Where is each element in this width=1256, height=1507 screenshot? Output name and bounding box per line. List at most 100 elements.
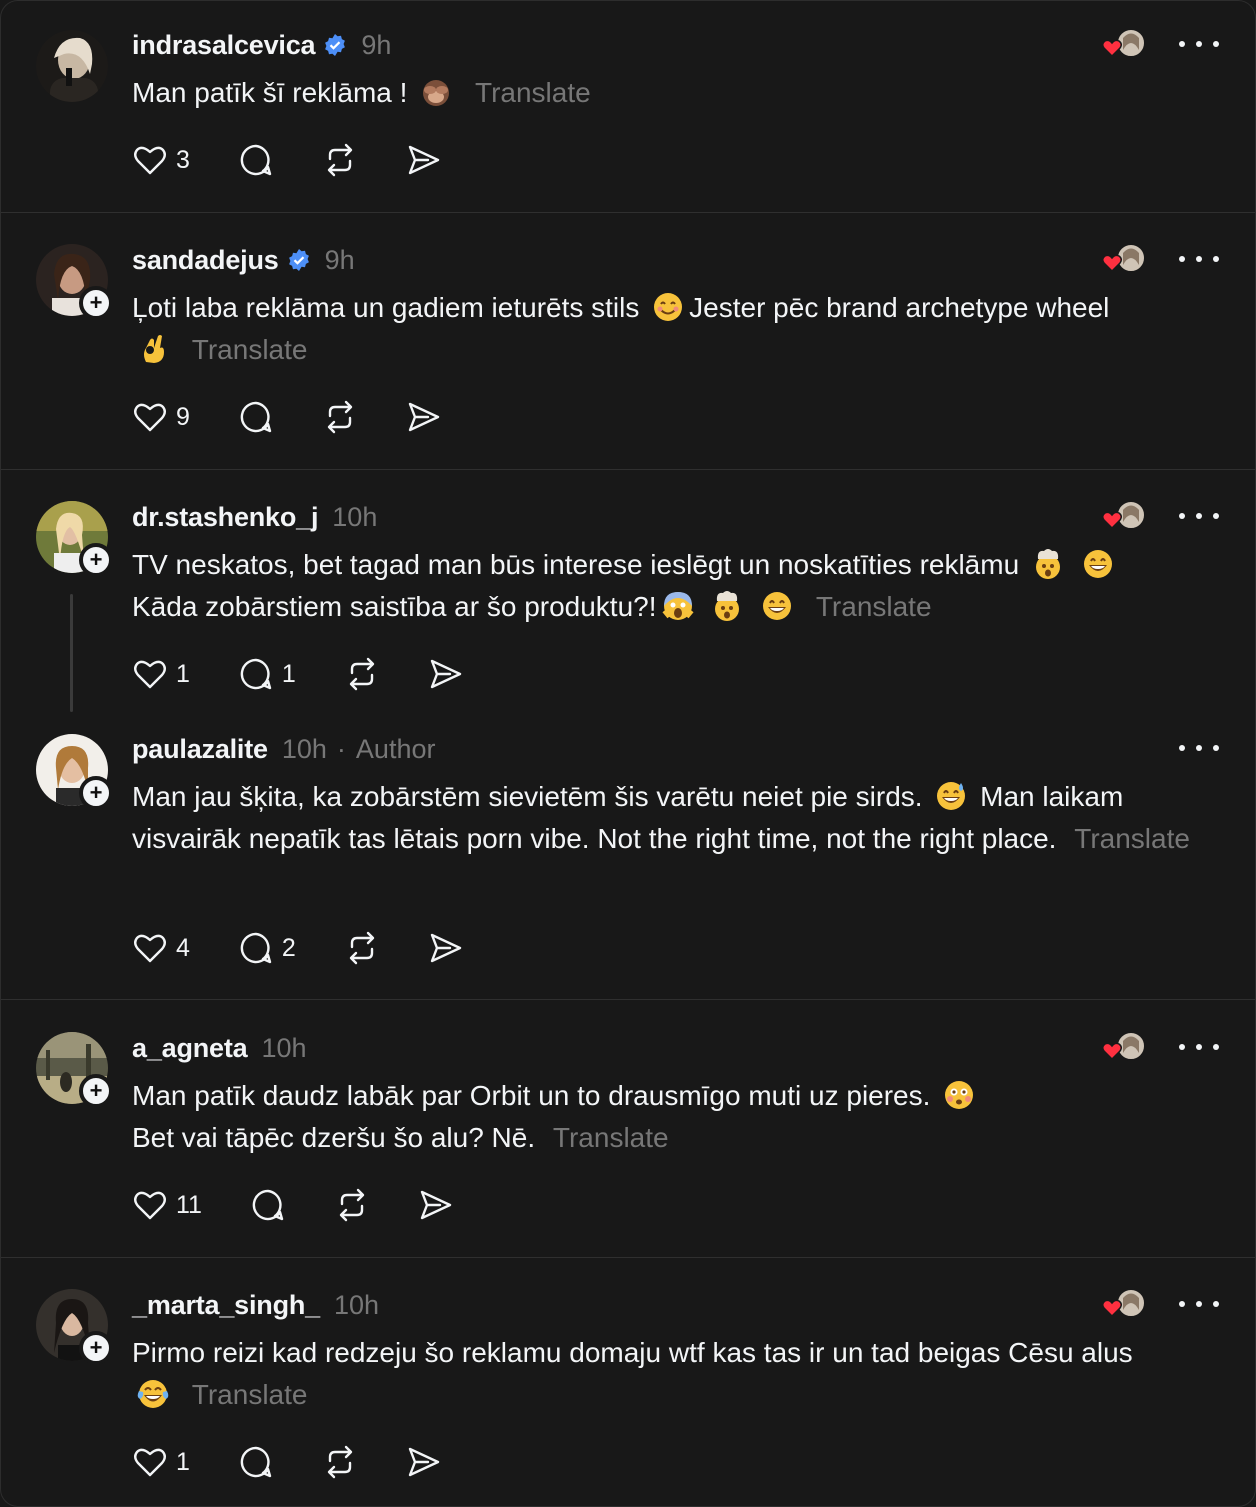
like-button[interactable]: 1 <box>132 656 190 692</box>
reply-button[interactable] <box>238 399 274 435</box>
comment-icon <box>240 401 272 433</box>
reply-button[interactable] <box>238 142 274 178</box>
like-button[interactable]: 9 <box>132 399 190 435</box>
repost-icon <box>327 143 353 177</box>
username[interactable]: sandadejus <box>132 245 279 276</box>
share-button[interactable] <box>418 1187 454 1223</box>
post-text: Man patīk šī reklāma ! Translate <box>132 77 591 108</box>
translate-link[interactable]: Translate <box>1074 823 1190 854</box>
more-options-icon[interactable] <box>1179 506 1219 526</box>
like-button[interactable]: 11 <box>132 1187 202 1223</box>
comment-icon <box>252 1189 284 1221</box>
heart-icon <box>134 403 166 432</box>
like-button[interactable]: 3 <box>132 142 190 178</box>
more-options-icon[interactable] <box>1179 1294 1219 1314</box>
post-header: sandadejus 9h <box>132 242 355 278</box>
repost-button[interactable] <box>322 142 358 178</box>
follow-button[interactable]: + <box>79 1331 113 1365</box>
send-icon <box>430 659 462 689</box>
translate-link[interactable]: Translate <box>192 334 308 365</box>
username[interactable]: a_agneta <box>132 1033 248 1064</box>
repost-icon <box>349 931 375 965</box>
reply-count: 2 <box>281 933 296 962</box>
follow-button[interactable]: + <box>79 776 113 810</box>
repost-icon <box>349 657 375 691</box>
repost-button[interactable] <box>344 656 380 692</box>
like-count: 3 <box>176 145 190 174</box>
post-actions: 3 <box>132 140 490 180</box>
translate-link[interactable]: Translate <box>816 591 932 622</box>
separator-dot: · <box>336 733 346 764</box>
verified-badge-icon <box>325 34 346 56</box>
reply-button[interactable] <box>250 1187 286 1223</box>
author-liked-indicator <box>1099 1286 1151 1322</box>
verified-badge-icon <box>288 249 309 271</box>
tears-of-joy-icon <box>137 1380 169 1408</box>
username[interactable]: _marta_singh_ <box>132 1290 320 1321</box>
username[interactable]: paulazalite <box>132 734 268 765</box>
follow-button[interactable]: + <box>79 1074 113 1108</box>
reply-button[interactable]: 2 <box>238 930 296 966</box>
repost-button[interactable] <box>334 1187 370 1223</box>
repost-button[interactable] <box>344 930 380 966</box>
send-icon <box>430 933 462 963</box>
repost-icon <box>339 1188 365 1222</box>
heart-icon <box>134 1191 166 1220</box>
share-button[interactable] <box>428 656 464 692</box>
reply-button[interactable]: 1 <box>238 656 296 692</box>
exploding-head-icon <box>715 591 740 621</box>
share-button[interactable] <box>406 142 442 178</box>
more-options-icon[interactable] <box>1179 249 1219 269</box>
username[interactable]: dr.stashenko_j <box>132 502 318 533</box>
translate-link[interactable]: Translate <box>192 1379 308 1410</box>
follow-button[interactable]: + <box>79 286 113 320</box>
heart-icon <box>134 660 166 689</box>
divider <box>1 469 1255 470</box>
exploding-head-icon <box>1035 549 1060 579</box>
reply-button[interactable] <box>238 1444 274 1480</box>
repost-button[interactable] <box>322 1444 358 1480</box>
post-actions: 11 <box>132 1185 502 1225</box>
comment-icon <box>240 1446 272 1478</box>
repost-icon <box>327 1445 353 1479</box>
like-button[interactable]: 4 <box>132 930 190 966</box>
grinning-face-icon <box>1083 550 1112 578</box>
post-actions: 1 1 <box>132 654 512 694</box>
username[interactable]: indrasalcevica <box>132 30 316 61</box>
ok-hand-icon <box>144 335 164 363</box>
more-options-icon[interactable] <box>1179 738 1219 758</box>
repost-button[interactable] <box>322 399 358 435</box>
post-time: 10h <box>261 1032 307 1063</box>
reply-count: 1 <box>281 659 296 688</box>
post-header: paulazalite 10h · Author <box>132 731 435 767</box>
send-icon <box>408 1447 440 1477</box>
more-options-icon[interactable] <box>1179 1037 1219 1057</box>
like-count: 1 <box>176 1447 190 1476</box>
share-button[interactable] <box>406 399 442 435</box>
share-button[interactable] <box>406 1444 442 1480</box>
translate-link[interactable]: Translate <box>475 77 591 108</box>
share-button[interactable] <box>428 930 464 966</box>
comment-icon <box>240 658 272 690</box>
like-button[interactable]: 1 <box>132 1444 190 1480</box>
flushed-face-icon <box>945 1081 974 1109</box>
more-options-icon[interactable] <box>1179 34 1219 54</box>
comment-icon <box>240 144 272 176</box>
thread-connector-line <box>70 594 73 712</box>
follow-button[interactable]: + <box>79 543 113 577</box>
post-text: Pirmo reizi kad redzeju šo reklamu domaj… <box>132 1337 1133 1410</box>
comment-icon <box>240 932 272 964</box>
divider <box>1 212 1255 213</box>
author-liked-indicator <box>1099 241 1151 277</box>
avatar[interactable] <box>36 30 108 102</box>
post-header: a_agneta 10h <box>132 1030 307 1066</box>
divider <box>1 999 1255 1000</box>
post-actions: 1 <box>132 1442 490 1482</box>
heart-icon <box>134 146 166 175</box>
send-icon <box>408 402 440 432</box>
post-text: TV neskatos, bet tagad man būs interese … <box>132 544 1212 628</box>
author-liked-indicator <box>1099 26 1151 62</box>
translate-link[interactable]: Translate <box>553 1122 669 1153</box>
post-actions: 9 <box>132 397 490 437</box>
author-liked-indicator <box>1099 498 1151 534</box>
